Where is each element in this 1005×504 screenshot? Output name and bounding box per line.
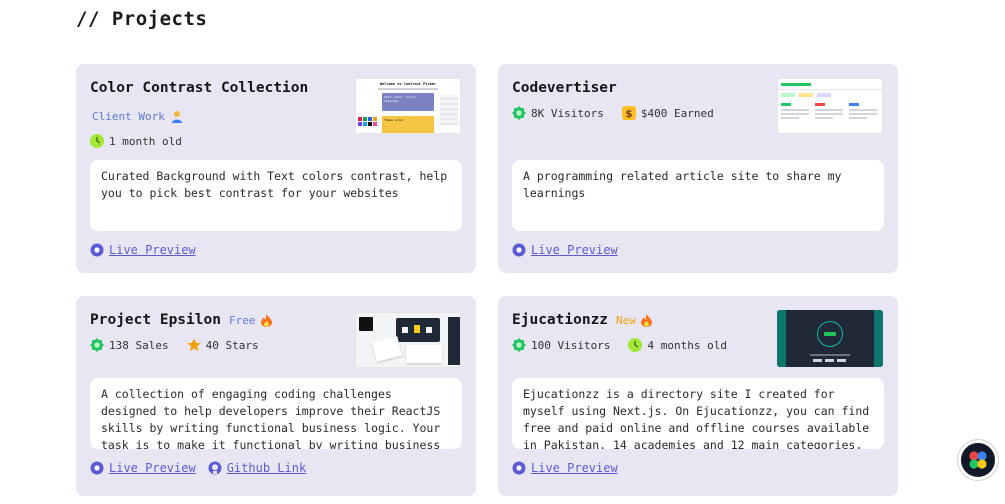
dollar-icon: $ — [621, 106, 636, 120]
age-text: 1 month old — [109, 134, 182, 148]
project-description: Ejucationzz is a directory site I create… — [512, 378, 884, 449]
star-icon — [186, 338, 201, 352]
eye-icon — [512, 243, 526, 257]
project-meta-row: 138 Sales 40 Stars — [90, 338, 259, 352]
thumbnail-card-label: Text color: Colors selected — [384, 95, 417, 103]
fire-icon — [640, 313, 654, 327]
clock-icon — [90, 134, 104, 148]
project-links: Live Preview — [512, 243, 618, 257]
project-title: Ejucationzz New — [512, 312, 654, 328]
fire-icon — [259, 313, 273, 327]
project-thumbnail[interactable] — [777, 78, 883, 134]
visitors-text: 100 Visitors — [531, 338, 611, 352]
project-title: Color Contrast Collection — [90, 80, 309, 96]
client-work-tag: Client Work — [92, 109, 165, 123]
svg-text:$: $ — [625, 109, 632, 120]
project-links: Live Preview — [90, 243, 196, 257]
project-title-text: Project Epsilon — [90, 312, 221, 328]
project-meta-row: 100 Visitors 4 months old — [512, 338, 727, 352]
project-tag-row: Client Work — [92, 109, 184, 123]
new-tag: New — [616, 313, 636, 327]
project-card: Codevertiser 8K Visitors $ $400 Earned A… — [498, 64, 898, 273]
project-title-text: Ejucationzz — [512, 312, 609, 328]
project-thumbnail[interactable]: Welcome to Contrast Picker Text color: C… — [355, 78, 461, 134]
badge-icon — [512, 106, 526, 120]
clock-icon — [628, 338, 643, 352]
palette-icon — [967, 449, 989, 471]
project-meta-row: 8K Visitors $ $400 Earned — [512, 106, 714, 120]
project-card: Color Contrast Collection Client Work 1 … — [76, 64, 476, 273]
project-title: Project Epsilon Free — [90, 312, 273, 328]
project-links: Live Preview — [512, 461, 618, 475]
eye-icon — [90, 461, 104, 475]
github-link[interactable]: Github Link — [208, 461, 306, 475]
project-description: Curated Background with Text colors cont… — [90, 160, 462, 231]
project-title: Codevertiser — [512, 80, 617, 96]
stars-text: 40 Stars — [205, 338, 259, 352]
thumbnail-card-label: Theme color — [384, 118, 404, 122]
eye-icon — [90, 243, 104, 257]
section-title: // Projects — [76, 8, 208, 30]
project-links: Live Preview Github Link — [90, 461, 306, 475]
person-emoji-icon — [170, 109, 184, 123]
project-thumbnail[interactable] — [355, 312, 461, 368]
live-preview-label: Live Preview — [109, 461, 196, 475]
live-preview-link[interactable]: Live Preview — [90, 243, 196, 257]
project-meta-row: 1 month old — [90, 134, 182, 148]
live-preview-link[interactable]: Live Preview — [90, 461, 196, 475]
earned-text: $400 Earned — [640, 106, 714, 120]
badge-icon — [90, 338, 104, 352]
age-text: 4 months old — [647, 338, 727, 352]
project-thumbnail[interactable] — [777, 310, 883, 367]
sales-text: 138 Sales — [109, 338, 169, 352]
live-preview-link[interactable]: Live Preview — [512, 461, 618, 475]
free-tag: Free — [228, 313, 256, 327]
eye-icon — [512, 461, 526, 475]
live-preview-label: Live Preview — [531, 243, 618, 257]
floating-action-button[interactable] — [958, 440, 998, 480]
visitors-text: 8K Visitors — [531, 106, 604, 120]
badge-icon — [512, 338, 526, 352]
project-card: Project Epsilon Free 138 Sales 40 Stars … — [76, 296, 476, 496]
project-card: Ejucationzz New 100 Visitors 4 months ol… — [498, 296, 898, 496]
live-preview-label: Live Preview — [109, 243, 196, 257]
project-description: A collection of engaging coding challeng… — [90, 378, 462, 449]
thumbnail-heading: Welcome to Contrast Picker — [379, 82, 437, 86]
github-icon — [208, 461, 222, 475]
live-preview-link[interactable]: Live Preview — [512, 243, 618, 257]
project-description: A programming related article site to sh… — [512, 160, 884, 231]
github-link-label: Github Link — [226, 461, 307, 475]
live-preview-label: Live Preview — [531, 461, 618, 475]
